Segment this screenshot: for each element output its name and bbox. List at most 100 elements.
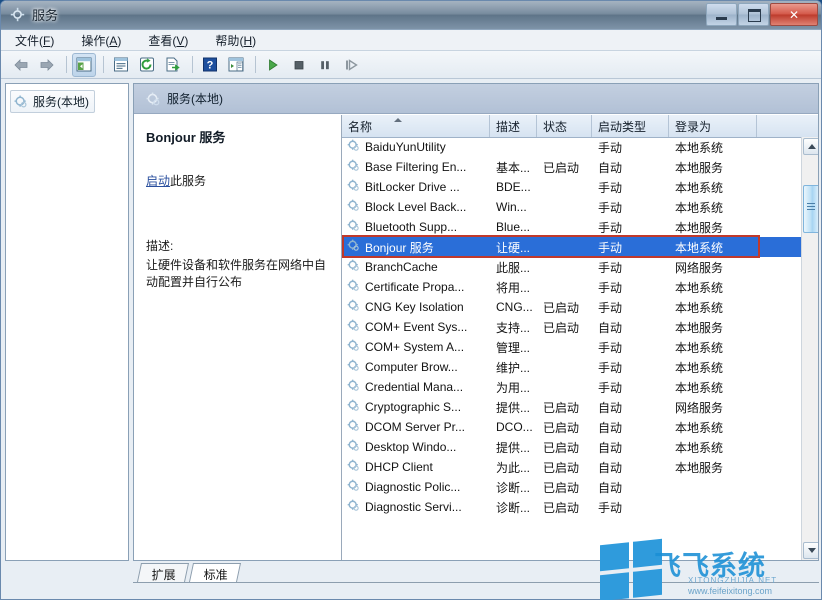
services-window: 服务 ✕ 文件(F) 操作(A) 查看(V) [0, 0, 822, 600]
service-name-label: Certificate Propa... [365, 280, 464, 294]
table-row[interactable]: Base Filtering En...基本...已启动自动本地服务 [342, 157, 801, 177]
start-service-icon[interactable] [261, 53, 285, 77]
cell-startup-type: 手动 [592, 139, 669, 156]
cell-startup-type: 自动 [592, 479, 669, 496]
maximize-icon [748, 9, 761, 22]
close-button[interactable]: ✕ [770, 3, 818, 26]
cell-startup-type: 自动 [592, 159, 669, 176]
table-row[interactable]: Computer Brow...维护...手动本地系统 [342, 357, 801, 377]
restart-service-icon[interactable] [339, 53, 363, 77]
menu-view[interactable]: 查看(V) [148, 30, 201, 51]
table-row[interactable]: Bonjour 服务让硬...手动本地系统 [342, 237, 801, 257]
toolbar-separator [103, 56, 104, 73]
service-name-label: Credential Mana... [365, 380, 463, 394]
stop-service-icon[interactable] [287, 53, 311, 77]
tabs-baseline [133, 582, 819, 583]
column-header-name[interactable]: 名称 [342, 115, 490, 137]
table-row[interactable]: BranchCache此服...手动网络服务 [342, 257, 801, 277]
cell-service-name: COM+ Event Sys... [342, 319, 490, 335]
cell-service-name: Credential Mana... [342, 379, 490, 395]
cell-logon-as: 本地系统 [669, 359, 757, 376]
cell-logon-as: 本地服务 [669, 219, 757, 236]
service-gear-icon [347, 219, 360, 235]
start-service-link[interactable]: 启动 [146, 174, 170, 188]
forward-icon[interactable] [35, 53, 59, 77]
table-row[interactable]: Cryptographic S...提供...已启动自动网络服务 [342, 397, 801, 417]
column-header-startup-type[interactable]: 启动类型 [592, 115, 669, 137]
back-icon[interactable] [9, 53, 33, 77]
cell-service-name: BaiduYunUtility [342, 139, 490, 155]
table-row[interactable]: CNG Key IsolationCNG...已启动手动本地系统 [342, 297, 801, 317]
tab-extended[interactable]: 扩展 [137, 563, 189, 582]
cell-logon-as: 本地服务 [669, 159, 757, 176]
service-gear-icon [347, 359, 360, 375]
column-header-description[interactable]: 描述 [490, 115, 537, 137]
cell-service-name: Block Level Back... [342, 199, 490, 215]
service-detail-column: Bonjour 服务 启动此服务 描述: 让硬件设备和软件服务在网络中自动配置并… [134, 115, 342, 560]
properties-icon[interactable] [109, 53, 133, 77]
cell-logon-as: 本地系统 [669, 419, 757, 436]
table-row[interactable]: Desktop Windo...提供...已启动自动本地系统 [342, 437, 801, 457]
service-gear-icon [347, 479, 360, 495]
pause-service-icon[interactable] [313, 53, 337, 77]
cell-service-name: Bluetooth Supp... [342, 219, 490, 235]
tree-item-label: 服务(本地) [33, 93, 89, 110]
table-row[interactable]: BaiduYunUtility 手动本地系统 [342, 137, 801, 157]
column-header-logon-as[interactable]: 登录为 [669, 115, 757, 137]
selected-service-title: Bonjour 服务 [146, 127, 331, 146]
scrollbar-grip-icon [807, 203, 815, 212]
refresh-icon[interactable] [135, 53, 159, 77]
cell-service-name: Base Filtering En... [342, 159, 490, 175]
service-gear-icon [347, 299, 360, 315]
list-vertical-scrollbar[interactable] [801, 137, 818, 560]
table-row[interactable]: COM+ System A...管理...手动本地系统 [342, 337, 801, 357]
scroll-up-button[interactable] [803, 138, 818, 155]
table-row[interactable]: Diagnostic Servi...诊断...已启动手动 [342, 497, 801, 517]
service-gear-icon [146, 92, 160, 106]
column-header-status[interactable]: 状态 [537, 115, 592, 137]
toolbar-separator [192, 56, 193, 73]
table-row[interactable]: BitLocker Drive ...BDE...手动本地系统 [342, 177, 801, 197]
menu-file[interactable]: 文件(F) [15, 30, 67, 51]
table-row[interactable]: Block Level Back...Win...手动本地系统 [342, 197, 801, 217]
toolbar-separator [66, 56, 67, 73]
service-gear-icon [347, 279, 360, 295]
help-icon[interactable]: ? [198, 53, 222, 77]
cell-logon-as: 本地系统 [669, 379, 757, 396]
cell-logon-as: 本地系统 [669, 139, 757, 156]
scroll-down-button[interactable] [803, 542, 818, 559]
service-name-label: BranchCache [365, 260, 438, 274]
table-row[interactable]: COM+ Event Sys...支持...已启动自动本地服务 [342, 317, 801, 337]
show-action-pane-icon[interactable] [224, 53, 248, 77]
table-row[interactable]: Certificate Propa...将用...手动本地系统 [342, 277, 801, 297]
window-body: 服务(本地) [1, 79, 822, 600]
tree-item-services-local[interactable]: 服务(本地) [10, 90, 95, 113]
service-gear-icon [347, 319, 360, 335]
column-header-filler [757, 115, 818, 137]
table-row[interactable]: Bluetooth Supp...Blue...手动本地服务 [342, 217, 801, 237]
menu-action[interactable]: 操作(A) [81, 30, 134, 51]
minimize-button[interactable] [706, 3, 737, 26]
export-list-icon[interactable] [161, 53, 185, 77]
maximize-button[interactable] [738, 3, 769, 26]
service-action-line: 启动此服务 [146, 172, 331, 189]
show-hide-tree-icon[interactable] [72, 53, 96, 77]
window-title: 服务 [32, 5, 58, 24]
table-row[interactable]: DHCP Client为此...已启动自动本地服务 [342, 457, 801, 477]
table-row[interactable]: Diagnostic Polic...诊断...已启动自动 [342, 477, 801, 497]
service-name-label: Cryptographic S... [365, 400, 461, 414]
service-name-label: BaiduYunUtility [365, 140, 446, 154]
service-name-label: Computer Brow... [365, 360, 458, 374]
cell-service-name: Computer Brow... [342, 359, 490, 375]
cell-service-name: Desktop Windo... [342, 439, 490, 455]
description-label: 描述: [146, 237, 331, 254]
cell-startup-type: 自动 [592, 319, 669, 336]
table-row[interactable]: DCOM Server Pr...DCO...已启动自动本地系统 [342, 417, 801, 437]
tab-standard[interactable]: 标准 [189, 563, 241, 582]
cell-logon-as: 网络服务 [669, 259, 757, 276]
view-tabs: 扩展 标准 [133, 563, 819, 585]
menu-help[interactable]: 帮助(H) [215, 30, 269, 51]
scrollbar-thumb[interactable] [803, 185, 818, 233]
table-row[interactable]: Credential Mana...为用...手动本地系统 [342, 377, 801, 397]
cell-startup-type: 手动 [592, 259, 669, 276]
